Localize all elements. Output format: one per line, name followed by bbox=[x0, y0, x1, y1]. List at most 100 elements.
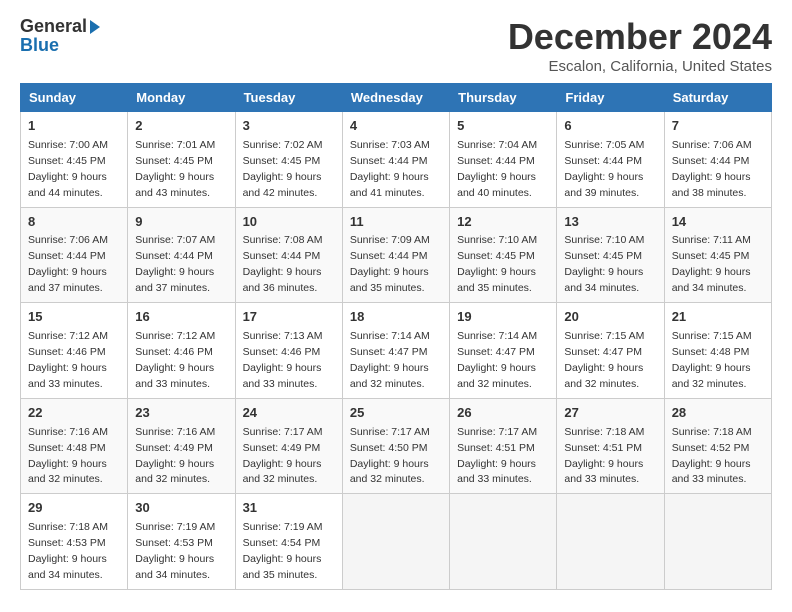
day-info: Sunrise: 7:18 AMSunset: 4:51 PMDaylight:… bbox=[564, 426, 644, 486]
day-number: 30 bbox=[135, 499, 227, 518]
day-number: 3 bbox=[243, 117, 335, 136]
calendar-cell: 10 Sunrise: 7:08 AMSunset: 4:44 PMDayligh… bbox=[235, 207, 342, 303]
calendar-cell: 28 Sunrise: 7:18 AMSunset: 4:52 PMDayligh… bbox=[664, 398, 771, 494]
calendar-cell: 12 Sunrise: 7:10 AMSunset: 4:45 PMDayligh… bbox=[450, 207, 557, 303]
day-number: 12 bbox=[457, 213, 549, 232]
day-number: 29 bbox=[28, 499, 120, 518]
calendar-cell bbox=[557, 494, 664, 590]
day-number: 20 bbox=[564, 308, 656, 327]
calendar-cell: 13 Sunrise: 7:10 AMSunset: 4:45 PMDayligh… bbox=[557, 207, 664, 303]
day-info: Sunrise: 7:04 AMSunset: 4:44 PMDaylight:… bbox=[457, 139, 537, 199]
day-number: 24 bbox=[243, 404, 335, 423]
day-number: 11 bbox=[350, 213, 442, 232]
day-info: Sunrise: 7:06 AMSunset: 4:44 PMDaylight:… bbox=[28, 234, 108, 294]
logo-blue-text: Blue bbox=[20, 35, 100, 57]
day-number: 6 bbox=[564, 117, 656, 136]
page-header: General Blue December 2024 Escalon, Cali… bbox=[20, 16, 772, 75]
calendar-header-monday: Monday bbox=[128, 84, 235, 112]
day-number: 10 bbox=[243, 213, 335, 232]
calendar-week-row: 22Sunrise: 7:16 AMSunset: 4:48 PMDayligh… bbox=[21, 398, 772, 494]
calendar-cell: 25 Sunrise: 7:17 AMSunset: 4:50 PMDayligh… bbox=[342, 398, 449, 494]
day-number: 28 bbox=[672, 404, 764, 423]
location-title: Escalon, California, United States bbox=[508, 58, 772, 75]
day-info: Sunrise: 7:08 AMSunset: 4:44 PMDaylight:… bbox=[243, 234, 323, 294]
calendar-cell: 24Sunrise: 7:17 AMSunset: 4:49 PMDayligh… bbox=[235, 398, 342, 494]
day-number: 5 bbox=[457, 117, 549, 136]
day-info: Sunrise: 7:15 AMSunset: 4:47 PMDaylight:… bbox=[564, 330, 644, 390]
day-info: Sunrise: 7:01 AMSunset: 4:45 PMDaylight:… bbox=[135, 139, 215, 199]
day-number: 21 bbox=[672, 308, 764, 327]
day-number: 14 bbox=[672, 213, 764, 232]
day-info: Sunrise: 7:17 AMSunset: 4:50 PMDaylight:… bbox=[350, 426, 430, 486]
calendar-table: SundayMondayTuesdayWednesdayThursdayFrid… bbox=[20, 83, 772, 590]
day-number: 25 bbox=[350, 404, 442, 423]
day-number: 16 bbox=[135, 308, 227, 327]
calendar-cell: 27 Sunrise: 7:18 AMSunset: 4:51 PMDayligh… bbox=[557, 398, 664, 494]
day-number: 2 bbox=[135, 117, 227, 136]
calendar-cell: 2 Sunrise: 7:01 AMSunset: 4:45 PMDaylight… bbox=[128, 112, 235, 208]
day-info: Sunrise: 7:10 AMSunset: 4:45 PMDaylight:… bbox=[564, 234, 644, 294]
calendar-cell: 31 Sunrise: 7:19 AMSunset: 4:54 PMDayligh… bbox=[235, 494, 342, 590]
day-info: Sunrise: 7:12 AMSunset: 4:46 PMDaylight:… bbox=[28, 330, 108, 390]
calendar-cell: 17 Sunrise: 7:13 AMSunset: 4:46 PMDayligh… bbox=[235, 303, 342, 399]
day-info: Sunrise: 7:17 AMSunset: 4:51 PMDaylight:… bbox=[457, 426, 537, 486]
day-info: Sunrise: 7:12 AMSunset: 4:46 PMDaylight:… bbox=[135, 330, 215, 390]
day-number: 7 bbox=[672, 117, 764, 136]
day-number: 26 bbox=[457, 404, 549, 423]
calendar-cell: 5 Sunrise: 7:04 AMSunset: 4:44 PMDaylight… bbox=[450, 112, 557, 208]
calendar-cell: 30 Sunrise: 7:19 AMSunset: 4:53 PMDayligh… bbox=[128, 494, 235, 590]
day-info: Sunrise: 7:18 AMSunset: 4:52 PMDaylight:… bbox=[672, 426, 752, 486]
calendar-header-saturday: Saturday bbox=[664, 84, 771, 112]
day-info: Sunrise: 7:10 AMSunset: 4:45 PMDaylight:… bbox=[457, 234, 537, 294]
day-info: Sunrise: 7:11 AMSunset: 4:45 PMDaylight:… bbox=[672, 234, 751, 294]
calendar-header-thursday: Thursday bbox=[450, 84, 557, 112]
calendar-header-friday: Friday bbox=[557, 84, 664, 112]
calendar-week-row: 1Sunrise: 7:00 AMSunset: 4:45 PMDaylight… bbox=[21, 112, 772, 208]
day-number: 17 bbox=[243, 308, 335, 327]
day-info: Sunrise: 7:06 AMSunset: 4:44 PMDaylight:… bbox=[672, 139, 752, 199]
calendar-cell: 19Sunrise: 7:14 AMSunset: 4:47 PMDayligh… bbox=[450, 303, 557, 399]
calendar-cell: 15 Sunrise: 7:12 AMSunset: 4:46 PMDayligh… bbox=[21, 303, 128, 399]
day-number: 18 bbox=[350, 308, 442, 327]
calendar-cell: 11 Sunrise: 7:09 AMSunset: 4:44 PMDayligh… bbox=[342, 207, 449, 303]
calendar-cell: 8Sunrise: 7:06 AMSunset: 4:44 PMDaylight… bbox=[21, 207, 128, 303]
calendar-cell bbox=[342, 494, 449, 590]
day-number: 13 bbox=[564, 213, 656, 232]
day-info: Sunrise: 7:19 AMSunset: 4:53 PMDaylight:… bbox=[135, 521, 215, 581]
calendar-cell: 1Sunrise: 7:00 AMSunset: 4:45 PMDaylight… bbox=[21, 112, 128, 208]
title-block: December 2024 Escalon, California, Unite… bbox=[508, 16, 772, 75]
calendar-cell: 14 Sunrise: 7:11 AMSunset: 4:45 PMDayligh… bbox=[664, 207, 771, 303]
day-info: Sunrise: 7:07 AMSunset: 4:44 PMDaylight:… bbox=[135, 234, 215, 294]
calendar-cell bbox=[450, 494, 557, 590]
day-number: 4 bbox=[350, 117, 442, 136]
calendar-cell: 20 Sunrise: 7:15 AMSunset: 4:47 PMDayligh… bbox=[557, 303, 664, 399]
calendar-cell: 23Sunrise: 7:16 AMSunset: 4:49 PMDayligh… bbox=[128, 398, 235, 494]
day-number: 9 bbox=[135, 213, 227, 232]
calendar-header-sunday: Sunday bbox=[21, 84, 128, 112]
day-number: 27 bbox=[564, 404, 656, 423]
calendar-cell: 7 Sunrise: 7:06 AMSunset: 4:44 PMDaylight… bbox=[664, 112, 771, 208]
calendar-cell: 29 Sunrise: 7:18 AMSunset: 4:53 PMDayligh… bbox=[21, 494, 128, 590]
day-number: 31 bbox=[243, 499, 335, 518]
day-info: Sunrise: 7:15 AMSunset: 4:48 PMDaylight:… bbox=[672, 330, 752, 390]
day-info: Sunrise: 7:18 AMSunset: 4:53 PMDaylight:… bbox=[28, 521, 108, 581]
day-info: Sunrise: 7:16 AMSunset: 4:48 PMDaylight:… bbox=[28, 426, 108, 486]
calendar-cell: 3Sunrise: 7:02 AMSunset: 4:45 PMDaylight… bbox=[235, 112, 342, 208]
day-info: Sunrise: 7:16 AMSunset: 4:49 PMDaylight:… bbox=[135, 426, 215, 486]
day-info: Sunrise: 7:19 AMSunset: 4:54 PMDaylight:… bbox=[243, 521, 323, 581]
day-info: Sunrise: 7:14 AMSunset: 4:47 PMDaylight:… bbox=[350, 330, 430, 390]
day-info: Sunrise: 7:05 AMSunset: 4:44 PMDaylight:… bbox=[564, 139, 644, 199]
calendar-cell: 6 Sunrise: 7:05 AMSunset: 4:44 PMDaylight… bbox=[557, 112, 664, 208]
day-info: Sunrise: 7:13 AMSunset: 4:46 PMDaylight:… bbox=[243, 330, 323, 390]
calendar-cell: 21 Sunrise: 7:15 AMSunset: 4:48 PMDayligh… bbox=[664, 303, 771, 399]
calendar-cell: 9 Sunrise: 7:07 AMSunset: 4:44 PMDaylight… bbox=[128, 207, 235, 303]
calendar-header-tuesday: Tuesday bbox=[235, 84, 342, 112]
calendar-header-row: SundayMondayTuesdayWednesdayThursdayFrid… bbox=[21, 84, 772, 112]
logo: General Blue bbox=[20, 16, 100, 56]
calendar-cell: 18 Sunrise: 7:14 AMSunset: 4:47 PMDayligh… bbox=[342, 303, 449, 399]
calendar-cell: 16 Sunrise: 7:12 AMSunset: 4:46 PMDayligh… bbox=[128, 303, 235, 399]
day-info: Sunrise: 7:09 AMSunset: 4:44 PMDaylight:… bbox=[350, 234, 430, 294]
month-title: December 2024 bbox=[508, 16, 772, 58]
calendar-cell: 26 Sunrise: 7:17 AMSunset: 4:51 PMDayligh… bbox=[450, 398, 557, 494]
day-number: 15 bbox=[28, 308, 120, 327]
